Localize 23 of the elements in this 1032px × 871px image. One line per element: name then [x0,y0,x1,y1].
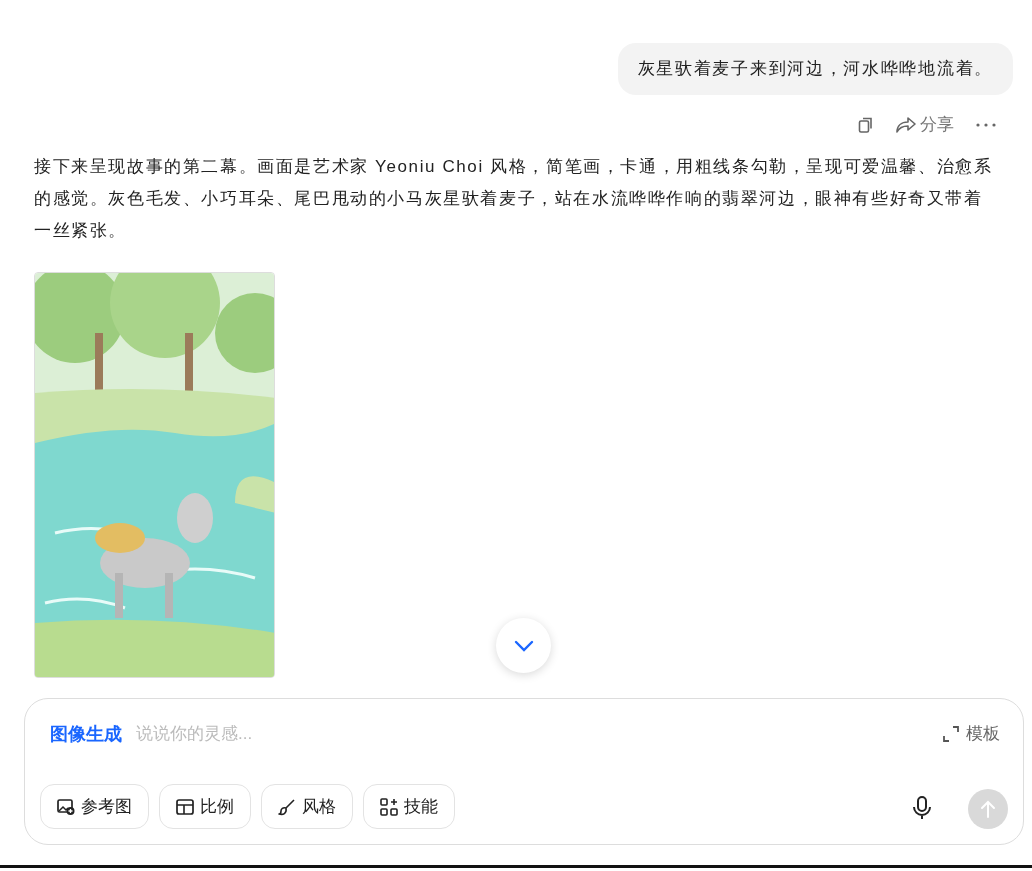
style-tool-button[interactable]: 风格 [261,784,353,829]
microphone-icon[interactable] [912,796,932,820]
ratio-tool-button[interactable]: 比例 [159,784,251,829]
more-icon [976,122,996,127]
layout-icon [176,798,194,815]
chevron-down-icon [513,639,534,652]
image-add-icon [57,798,75,815]
template-button[interactable]: 模板 [942,721,1000,747]
copy-icon [858,115,874,134]
reference-tool-button[interactable]: 参考图 [40,784,149,829]
apps-icon [380,797,398,816]
skill-tool-button[interactable]: 技能 [363,784,455,829]
more-button[interactable] [976,122,996,127]
expand-icon [942,725,960,743]
arrow-up-icon [980,800,996,818]
reply-paragraph: 接下来呈现故事的第二幕。画面是艺术家 Yeoniu Choi 风格，简笔画，卡通，用粗线条勾勒，呈现可爱温馨、治愈系的感觉。灰色毛发、小巧耳朵、尾巴甩动的小马灰星驮着麦子，站在水流哗哗作响的翡翠河边，眼神有些好奇又带着一丝紧张。 [34,155,994,242]
brush-icon [278,797,296,816]
share-button[interactable]: 分享 [896,111,954,138]
share-icon [896,116,916,133]
user-message-bubble: 灰星驮着麦子来到河边，河水哗哗地流着。 [617,43,1013,95]
prompt-input-field[interactable]: 说说你的灵感... [136,721,942,747]
copy-button[interactable] [858,115,874,134]
mode-label[interactable]: 图像生成 [50,720,122,748]
